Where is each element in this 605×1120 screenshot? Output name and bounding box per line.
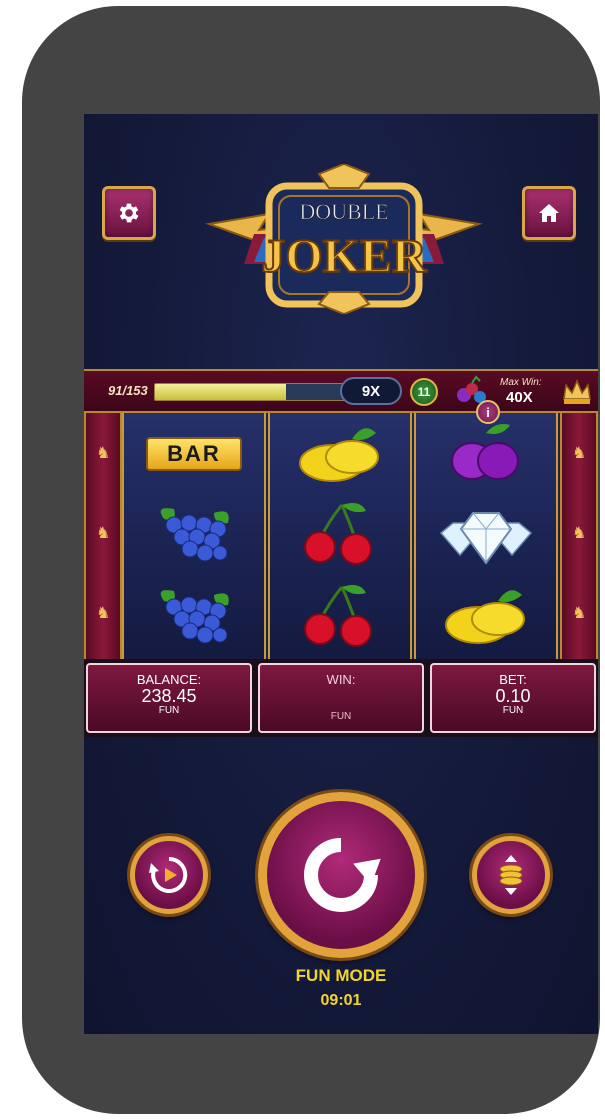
paytable-info-button[interactable]: i bbox=[476, 400, 500, 424]
jester-icon: ♞ bbox=[96, 605, 111, 622]
settings-button[interactable] bbox=[102, 186, 156, 240]
fun-mode-label: FUN MODE bbox=[295, 966, 387, 985]
win-label: WIN: bbox=[326, 672, 356, 687]
info-panels: BALANCE: 238.45 FUN WIN: FUN BET: 0.10 F… bbox=[84, 659, 598, 737]
autoplay-button[interactable] bbox=[130, 836, 208, 914]
symbol-cherries bbox=[270, 575, 410, 657]
grapes-icon bbox=[160, 508, 229, 562]
jester-icon: ♞ bbox=[572, 445, 587, 462]
lemon-icon bbox=[445, 590, 525, 644]
gear-icon bbox=[119, 203, 139, 223]
left-jester-column: ♞ ♞ ♞ bbox=[84, 413, 122, 659]
feature-meter: 91/153 9X 11 Max Win: 40X bbox=[84, 369, 598, 413]
logo-art: DOUBLE JOKER bbox=[205, 162, 483, 316]
phone-frame: DOUBLE JOKER 91/153 9X 11 Max Win: 40X i… bbox=[22, 6, 600, 1114]
jester-icon: ♞ bbox=[96, 445, 111, 462]
grapes-icon bbox=[160, 590, 229, 644]
bet-unit: FUN bbox=[502, 705, 524, 716]
jester-icon: ♞ bbox=[96, 525, 111, 542]
bar-label: BAR bbox=[146, 437, 242, 471]
reels-area: ♞ ♞ ♞ BAR ♞ ♞ ♞ bbox=[84, 413, 598, 659]
home-icon bbox=[539, 204, 559, 222]
max-win-display: Max Win: 40X bbox=[450, 375, 598, 411]
win-unit: FUN bbox=[330, 711, 352, 722]
reel-3 bbox=[414, 413, 558, 659]
crown-icon bbox=[563, 379, 591, 404]
spin-icon bbox=[304, 838, 381, 912]
coin-stack-icon bbox=[499, 855, 523, 895]
bet-selector-button[interactable] bbox=[472, 836, 550, 914]
symbol-cherries bbox=[270, 493, 410, 575]
multiplier-badge: 9X bbox=[340, 377, 402, 405]
lemon-icon bbox=[299, 428, 379, 482]
diamond-icon bbox=[439, 512, 533, 565]
balance-unit: FUN bbox=[158, 705, 180, 716]
balance-panel: BALANCE: 238.45 FUN bbox=[86, 663, 252, 733]
meter-count: 91/153 bbox=[108, 383, 148, 398]
game-screen: DOUBLE JOKER 91/153 9X 11 Max Win: 40X i… bbox=[84, 114, 598, 1034]
home-button[interactable] bbox=[522, 186, 576, 240]
cherries-icon bbox=[304, 585, 372, 647]
win-panel: WIN: FUN bbox=[258, 663, 424, 733]
game-logo: DOUBLE JOKER bbox=[199, 162, 489, 316]
symbol-lemon bbox=[270, 413, 410, 495]
bet-value: 0.10 bbox=[495, 686, 531, 706]
max-win-label: Max Win: bbox=[500, 377, 542, 388]
autoplay-icon bbox=[149, 856, 188, 893]
symbol-plum bbox=[416, 413, 556, 495]
logo-main-text: JOKER bbox=[261, 230, 428, 283]
clock-display: 09:01 bbox=[320, 992, 362, 1009]
logo-top-text: DOUBLE bbox=[299, 199, 388, 224]
balance-label: BALANCE: bbox=[136, 672, 202, 687]
jester-icon: ♞ bbox=[572, 525, 587, 542]
balance-value: 238.45 bbox=[141, 686, 197, 706]
jester-icon: ♞ bbox=[572, 605, 587, 622]
reel-2 bbox=[268, 413, 412, 659]
spins-left-badge: 11 bbox=[410, 378, 438, 406]
reel-1: BAR bbox=[122, 413, 266, 659]
cherries-icon bbox=[304, 503, 372, 565]
symbol-diamond bbox=[416, 493, 556, 575]
right-jester-column: ♞ ♞ ♞ bbox=[560, 413, 598, 659]
meter-progress-fill bbox=[155, 384, 286, 400]
bet-label: BET: bbox=[499, 672, 527, 687]
max-win-value: 40X bbox=[506, 389, 533, 406]
plum-icon bbox=[451, 424, 519, 480]
bet-panel: BET: 0.10 FUN bbox=[430, 663, 596, 733]
spin-button[interactable] bbox=[258, 792, 424, 958]
symbol-grapes bbox=[124, 493, 264, 575]
symbol-bar: BAR bbox=[124, 413, 264, 495]
symbol-lemon bbox=[416, 575, 556, 657]
symbol-grapes bbox=[124, 575, 264, 657]
